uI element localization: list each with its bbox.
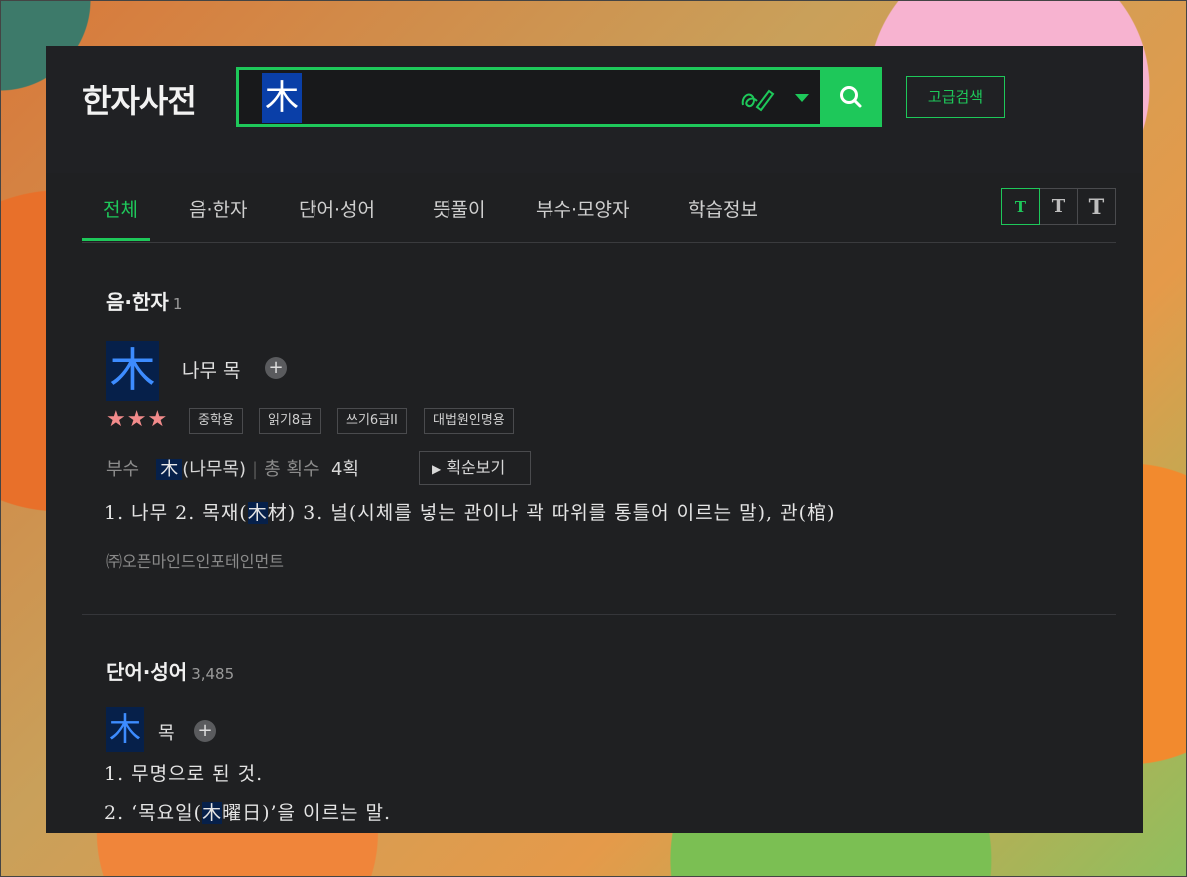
- radical-label: 부수: [106, 459, 140, 480]
- section-title-text: 단어·성어: [106, 660, 188, 684]
- add-wordbook-icon[interactable]: +: [265, 357, 287, 379]
- radical-char[interactable]: 木: [156, 459, 183, 480]
- word-reading[interactable]: 목: [158, 719, 175, 745]
- chevron-down-icon[interactable]: [795, 94, 809, 102]
- section-divider: [82, 614, 1116, 615]
- word-definition-1: 1. 무명으로 된 것.: [104, 763, 264, 785]
- search-button[interactable]: [820, 67, 882, 127]
- definition-text: 曜日)’을 이르는 말.: [222, 802, 392, 824]
- radical-name: (나무목): [182, 459, 247, 480]
- definition-highlight[interactable]: 木: [247, 502, 268, 524]
- header-bar: 한자사전 木 고급검색: [46, 46, 1143, 173]
- definition-text: 材) 3. 널(시체를 넣는 관이나 곽 따위를 통틀어 이르는 말), 관(棺…: [267, 502, 836, 524]
- definition-text: 1. 나무 2. 목재(: [104, 502, 248, 524]
- category-tabs: 전체 음·한자 단어·성어 뜻풀이 부수·모양자 학습정보 T T T: [82, 173, 1116, 243]
- tab-all[interactable]: 전체: [103, 195, 138, 222]
- font-small-button[interactable]: T: [1001, 188, 1040, 225]
- play-icon: ▶: [432, 462, 442, 476]
- definition-text: 2. ‘목요일(: [104, 802, 203, 824]
- search-icon: [840, 86, 862, 108]
- hanja-character[interactable]: 木: [106, 341, 159, 401]
- word-hanja[interactable]: 木: [106, 707, 144, 752]
- search-input[interactable]: 木: [262, 73, 302, 123]
- hanja-reading[interactable]: 나무 목: [182, 356, 240, 383]
- stroke-order-button[interactable]: ▶ 획순보기: [419, 451, 531, 485]
- hanja-definition: 1. 나무 2. 목재(木材) 3. 널(시체를 넣는 관이나 곽 따위를 통틀…: [104, 498, 835, 525]
- strokes-label: 총 획수: [264, 459, 320, 480]
- section-title-text: 음·한자: [106, 290, 169, 314]
- definition-highlight[interactable]: 木: [202, 802, 223, 824]
- badge-level: 쓰기6급II: [337, 408, 407, 434]
- dictionary-window: 한자사전 木 고급검색 전체 음·한자 단어·성어 뜻풀이 부수·모양자 학습정…: [46, 46, 1143, 833]
- section-count: 1: [172, 295, 183, 313]
- tab-words[interactable]: 단어·성어: [299, 195, 375, 222]
- font-medium-button[interactable]: T: [1039, 188, 1078, 225]
- badge-level: 읽기8급: [259, 408, 322, 434]
- strokes-value: 4획: [330, 459, 359, 480]
- word-definition-2: 2. ‘목요일(木曜日)’을 이르는 말.: [104, 798, 391, 825]
- font-size-controls: T T T: [1001, 188, 1116, 225]
- word-section-title: 단어·성어 3,485: [106, 656, 234, 685]
- importance-stars: ★★★: [106, 407, 169, 432]
- section-count: 3,485: [191, 665, 235, 683]
- handwriting-pen-icon[interactable]: [739, 83, 779, 113]
- tab-radical[interactable]: 부수·모양자: [536, 195, 629, 222]
- add-wordbook-icon[interactable]: +: [194, 720, 216, 742]
- stroke-order-label: 획순보기: [446, 458, 506, 477]
- tab-eum-hanja[interactable]: 음·한자: [189, 195, 247, 222]
- tab-meaning[interactable]: 뜻풀이: [433, 195, 485, 222]
- font-large-button[interactable]: T: [1077, 188, 1116, 225]
- tab-study[interactable]: 학습정보: [688, 195, 758, 222]
- badge-level: 중학용: [189, 408, 243, 434]
- hanja-section-title: 음·한자 1: [106, 286, 182, 315]
- site-logo[interactable]: 한자사전: [82, 76, 197, 122]
- advanced-search-button[interactable]: 고급검색: [906, 76, 1005, 118]
- copyright-text: ㈜오픈마인드인포테인먼트: [106, 552, 284, 571]
- hanja-info-line: 부수 木 (나무목) | 총 획수 4획: [106, 459, 359, 480]
- active-tab-indicator: [82, 238, 150, 241]
- badge-level: 대법원인명용: [424, 408, 514, 434]
- search-box[interactable]: 木: [236, 67, 882, 127]
